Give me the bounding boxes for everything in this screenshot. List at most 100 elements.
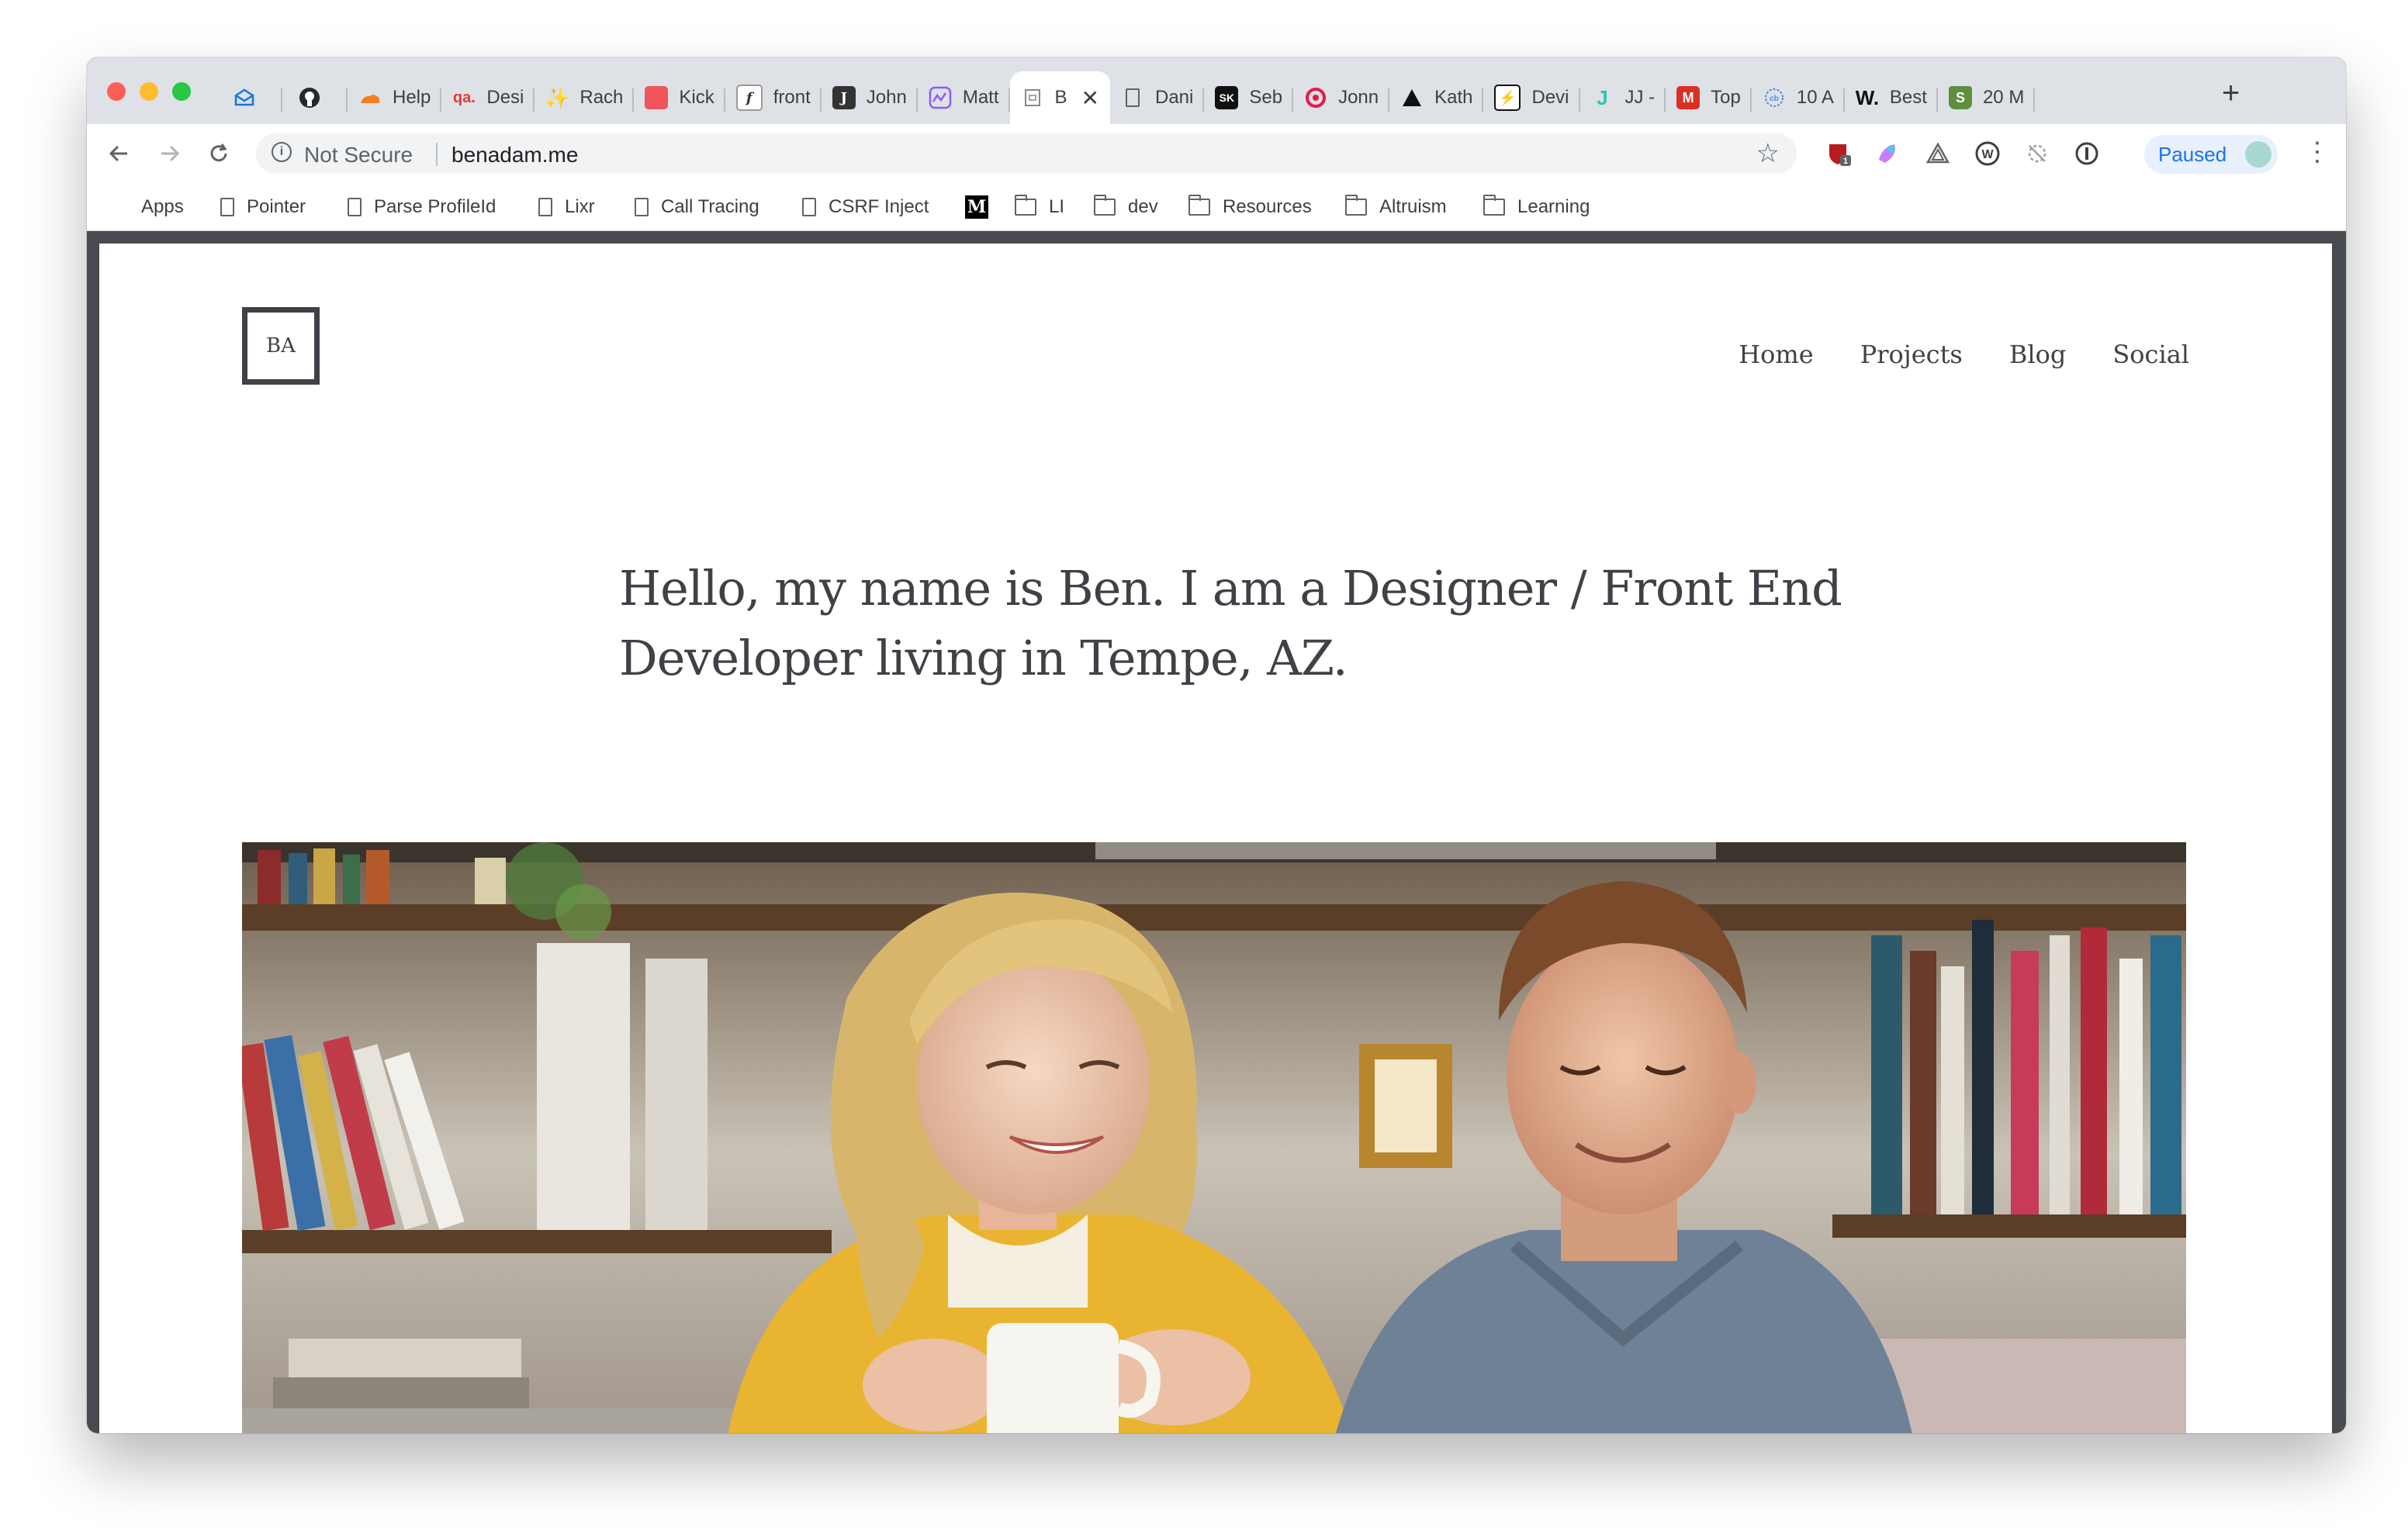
apps-icon — [109, 197, 129, 217]
tab-devi[interactable]: ⚡ Devi — [1483, 71, 1580, 124]
tab-best[interactable]: W. Best — [1845, 71, 1938, 124]
tab-dani[interactable]: Dani — [1110, 71, 1205, 124]
tab-10a[interactable]: cb 10 A — [1752, 71, 1845, 124]
fullscreen-window-button[interactable] — [172, 82, 191, 101]
tab-jj[interactable]: J JJ - — [1580, 71, 1666, 124]
nav-projects[interactable]: Projects — [1860, 340, 1963, 369]
page-icon — [538, 198, 552, 216]
hero-line-1: Hello, my name is Ben. I am a Designer /… — [619, 560, 1842, 617]
bookmark-label: Apps — [141, 196, 184, 217]
bookmark-label: Learning — [1517, 196, 1590, 217]
folder-icon — [1015, 195, 1036, 216]
address-divider — [436, 143, 438, 166]
jj-icon: J — [1597, 85, 1608, 109]
browser-menu-icon[interactable]: ⋮ — [2304, 136, 2330, 168]
bookmark-star-icon[interactable]: ☆ — [1756, 138, 1780, 169]
close-tab-icon[interactable]: ✕ — [1081, 85, 1099, 111]
tab-john[interactable]: J John — [822, 71, 918, 124]
bookmark-medium[interactable]: M — [965, 194, 1001, 220]
page-viewport: BA Home Projects Blog Social Hello, my n… — [99, 244, 2332, 1433]
back-arrow-icon — [109, 145, 127, 162]
tab-active-benadam[interactable]: B ✕ — [1009, 71, 1110, 124]
info-icon[interactable]: i — [272, 142, 292, 162]
couple-photo-image — [242, 842, 2186, 1433]
disabled-extension-icon[interactable] — [2023, 140, 2051, 168]
svg-text:1: 1 — [1843, 157, 1848, 166]
gmail-icon: M — [1676, 86, 1700, 109]
tab-label: 20 M — [1982, 87, 2025, 108]
tab-20m[interactable]: S 20 M — [1938, 71, 2036, 124]
paint-extension-icon[interactable] — [1874, 140, 1902, 168]
nav-social[interactable]: Social — [2112, 340, 2189, 369]
bookmark-pointer[interactable]: Pointer — [220, 194, 306, 220]
tab-matt[interactable]: Matt — [918, 71, 1010, 124]
tab-label: John — [866, 87, 907, 108]
site-logo[interactable]: BA — [242, 307, 320, 385]
bookmark-folder-li[interactable]: LI — [1015, 194, 1064, 220]
bookmark-folder-learning[interactable]: Learning — [1483, 194, 1590, 220]
tab-top[interactable]: M Top — [1666, 71, 1752, 124]
onepassword-extension-icon[interactable] — [2073, 140, 2101, 168]
qa-icon: qa. — [452, 88, 476, 106]
hero-heading: Hello, my name is Ben. I am a Designer /… — [619, 554, 1860, 693]
warning-triangle-extension-icon[interactable] — [1924, 140, 1952, 168]
avatar — [2245, 141, 2271, 168]
wappalyzer-extension-icon[interactable]: W — [1974, 140, 2001, 168]
tab-pinned-github[interactable] — [282, 71, 348, 124]
tab-rach[interactable]: ✨ Rach — [535, 71, 635, 124]
folder-icon — [1188, 195, 1210, 216]
minimize-window-button[interactable] — [140, 82, 158, 101]
folder-icon — [1094, 195, 1116, 216]
reload-icon — [210, 143, 227, 162]
tab-desi[interactable]: qa. Desi — [441, 71, 535, 124]
close-window-button[interactable] — [107, 82, 126, 101]
tab-seb[interactable]: SK Seb — [1204, 71, 1294, 124]
page-icon — [348, 198, 362, 216]
bookmark-csrf-inject[interactable]: CSRF Inject — [802, 194, 929, 220]
tab-pinned-mail[interactable] — [217, 71, 282, 124]
shopify-icon: S — [1948, 86, 1972, 109]
ublock-extension-icon[interactable]: 1 — [1825, 140, 1853, 168]
tab-front[interactable]: f front — [725, 71, 822, 124]
tab-jonn[interactable]: Jonn — [1293, 71, 1390, 124]
tab-label: Kath — [1434, 87, 1473, 108]
bookmark-apps[interactable]: Apps — [109, 194, 184, 220]
tab-kath[interactable]: Kath — [1389, 71, 1484, 124]
bookmark-label: Resources — [1223, 196, 1312, 217]
bookmark-call-tracing[interactable]: Call Tracing — [635, 194, 759, 220]
profile-status: Paused — [2158, 142, 2227, 166]
back-button[interactable] — [104, 138, 135, 169]
security-label[interactable]: Not Secure — [304, 143, 413, 168]
sparkle-icon: ✨ — [545, 85, 570, 109]
tab-label: Dani — [1155, 87, 1194, 108]
tab-label: Rach — [580, 87, 624, 108]
bookmark-folder-dev[interactable]: dev — [1094, 194, 1158, 220]
bookmark-folder-resources[interactable]: Resources — [1188, 194, 1312, 220]
hero-photo — [242, 842, 2186, 1433]
swirl-icon — [1304, 86, 1327, 109]
bookmark-folder-altruism[interactable]: Altruism — [1345, 194, 1447, 220]
bookmark-label: CSRF Inject — [829, 196, 929, 217]
page-icon — [802, 198, 816, 216]
browser-toolbar: i Not Secure benadam.me ☆ 1 W Paused ⋮ — [87, 124, 2346, 183]
profile-button[interactable]: Paused — [2144, 135, 2278, 174]
tab-help[interactable]: Help — [348, 71, 442, 124]
bookmark-lixr[interactable]: Lixr — [538, 194, 595, 220]
tab-label: front — [773, 87, 811, 108]
address-bar[interactable]: i Not Secure benadam.me ☆ — [256, 133, 1797, 174]
nav-blog[interactable]: Blog — [2009, 340, 2067, 369]
tab-label: Top — [1711, 87, 1741, 108]
bookmark-parse-profileid[interactable]: Parse ProfileId — [348, 194, 496, 220]
reload-button[interactable] — [203, 138, 234, 169]
forward-button[interactable] — [154, 138, 185, 169]
tab-label: Best — [1889, 87, 1927, 108]
tab-kick[interactable]: Kick — [634, 71, 725, 124]
url-text[interactable]: benadam.me — [452, 143, 578, 168]
page-icon — [635, 198, 649, 216]
nav-home[interactable]: Home — [1739, 340, 1813, 369]
tab-label: Matt — [962, 87, 999, 108]
bookmark-label: Parse ProfileId — [374, 196, 496, 217]
new-tab-button[interactable]: + — [2222, 78, 2240, 109]
hero-line-2: Developer living in Tempe, AZ. — [619, 630, 1348, 686]
tab-label: JJ - — [1624, 87, 1656, 108]
